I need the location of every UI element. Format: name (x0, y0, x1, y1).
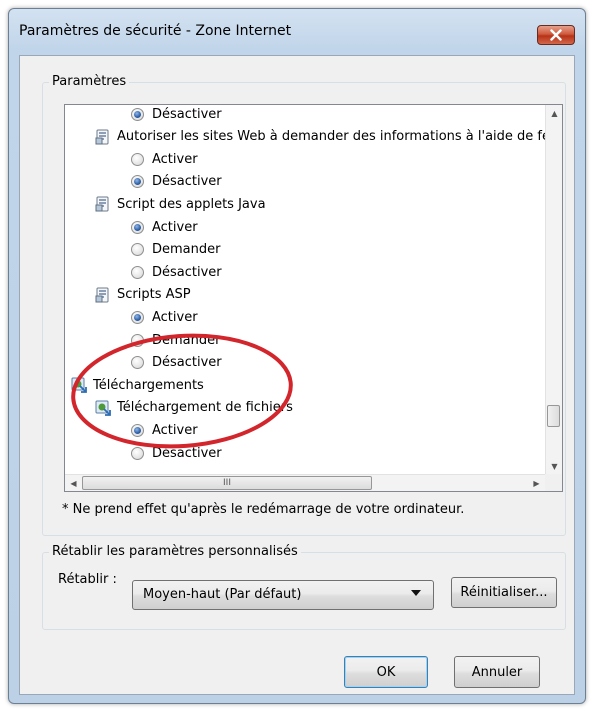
radio-unselected-icon[interactable] (131, 265, 144, 279)
tree-radio-option[interactable]: Demander (131, 329, 220, 351)
scrollbar-corner (545, 474, 562, 491)
title-bar[interactable]: Paramètres de sécurité - Zone Internet (9, 9, 585, 51)
tree-row-label: Désactiver (152, 445, 222, 461)
tree-radio-option[interactable]: Désactiver (131, 352, 222, 374)
download-icon (71, 377, 87, 394)
radio-selected-icon[interactable] (131, 107, 144, 121)
tree-category[interactable]: Téléchargement de fichiers (95, 397, 293, 419)
tree-row-label: Téléchargements (93, 377, 204, 393)
scroll-right-arrow-icon[interactable]: ▶ (528, 475, 545, 491)
tree-radio-option[interactable]: Activer (131, 306, 198, 328)
tree-row-label: Demander (152, 332, 221, 348)
ok-button-label: OK (376, 664, 396, 680)
tree-category[interactable]: Téléchargements (71, 374, 204, 396)
script-icon (95, 196, 111, 212)
security-settings-dialog: Paramètres de sécurité - Zone Internet P… (8, 8, 586, 704)
scroll-down-arrow-icon[interactable]: ▼ (546, 458, 562, 475)
cancel-button[interactable]: Annuler (454, 656, 540, 688)
radio-unselected-icon[interactable] (131, 243, 144, 257)
tree-row-label: Autoriser les sites Web à demander des i… (117, 129, 563, 145)
tree-setting-item[interactable]: Autoriser les sites Web à demander des i… (95, 126, 563, 148)
tree-row-label: Script des applets Java (117, 196, 266, 212)
radio-unselected-icon[interactable] (131, 333, 144, 347)
horizontal-scrollbar[interactable]: ◀ III ▶ (65, 474, 545, 491)
radio-selected-icon[interactable] (131, 220, 144, 234)
tree-row-label: Désactiver (152, 174, 222, 190)
security-level-value: Moyen-haut (Par défaut) (143, 587, 302, 602)
vertical-scrollbar[interactable]: ▲ ▼ (545, 105, 562, 475)
tree-row-label: Scripts ASP (117, 287, 191, 303)
chevron-down-icon (411, 590, 421, 596)
reset-label: Rétablir : (58, 572, 117, 587)
tree-row-label: Activer (152, 219, 198, 235)
settings-group-legend: Paramètres (49, 74, 130, 89)
tree-row-label: Demander (152, 242, 221, 258)
settings-tree[interactable]: Désactiver Autoriser les sites Web à dema… (64, 104, 563, 492)
tree-radio-option[interactable]: Désactiver (131, 442, 222, 464)
tree-row-label: Désactiver (152, 106, 222, 122)
reset-button[interactable]: Réinitialiser... (451, 577, 557, 608)
tree-radio-option[interactable]: Activer (131, 216, 198, 238)
security-level-select[interactable]: Moyen-haut (Par défaut) (132, 580, 434, 610)
tree-radio-option[interactable]: Désactiver (131, 171, 222, 193)
radio-selected-icon[interactable] (131, 423, 144, 437)
tree-row-label: Activer (152, 309, 198, 325)
tree-radio-option[interactable]: Désactiver (131, 105, 222, 125)
dialog-content: Paramètres Désactiver Autoriser les sites… (19, 55, 575, 695)
scroll-up-arrow-icon[interactable]: ▲ (546, 105, 562, 122)
scroll-grip: III (223, 478, 231, 488)
restart-note: * Ne prend effet qu'après le redémarrage… (62, 502, 465, 517)
radio-selected-icon[interactable] (131, 310, 144, 324)
radio-selected-icon[interactable] (131, 175, 144, 189)
radio-unselected-icon[interactable] (131, 446, 144, 460)
tree-radio-option[interactable]: Activer (131, 148, 198, 170)
tree-radio-option[interactable]: Désactiver (131, 261, 222, 283)
tree-row-label: Désactiver (152, 355, 222, 371)
download-icon (95, 400, 111, 416)
tree-row-label: Activer (152, 151, 198, 167)
tree-setting-item[interactable]: Scripts ASP (95, 284, 191, 306)
script-icon (95, 129, 111, 145)
tree-row-label: Téléchargement de fichiers (117, 400, 293, 416)
tree-setting-item[interactable]: Script des applets Java (95, 193, 266, 215)
tree-radio-option[interactable]: Demander (131, 239, 220, 261)
script-icon (95, 287, 111, 303)
close-button[interactable] (537, 25, 575, 45)
tree-row-label: Activer (152, 422, 198, 438)
reset-group-legend: Rétablir les paramètres personnalisés (49, 544, 301, 559)
ok-button[interactable]: OK (344, 656, 428, 688)
tree-radio-option[interactable]: Activer (131, 419, 198, 441)
radio-unselected-icon[interactable] (131, 152, 144, 166)
reset-button-label: Réinitialiser... (460, 585, 548, 600)
dialog-title: Paramètres de sécurité - Zone Internet (19, 23, 292, 39)
cancel-button-label: Annuler (471, 664, 523, 680)
vertical-scroll-thumb[interactable] (547, 405, 560, 427)
radio-unselected-icon[interactable] (131, 356, 144, 370)
tree-row-label: Désactiver (152, 264, 222, 280)
scroll-left-arrow-icon[interactable]: ◀ (65, 475, 82, 491)
horizontal-scroll-thumb[interactable]: III (82, 476, 372, 490)
close-icon (550, 29, 562, 41)
